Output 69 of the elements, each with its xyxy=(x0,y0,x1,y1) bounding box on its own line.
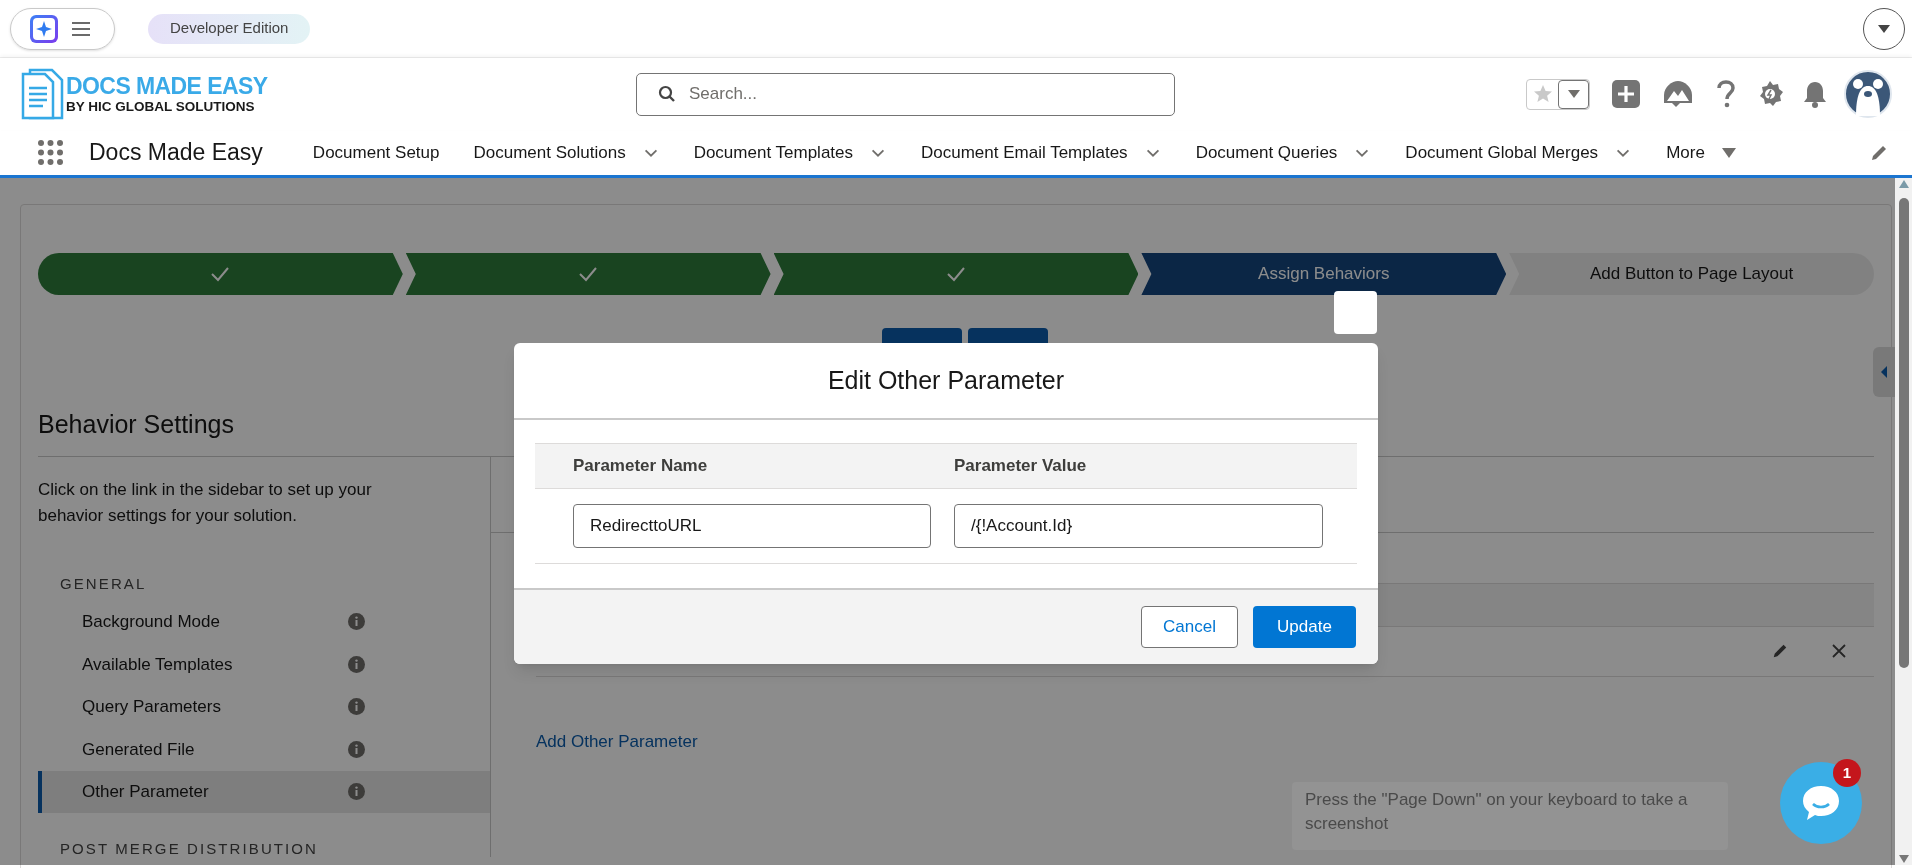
menu-icon xyxy=(71,20,91,37)
close-icon[interactable] xyxy=(1832,644,1846,658)
info-icon xyxy=(348,740,365,758)
info-icon xyxy=(348,783,365,801)
path-step[interactable] xyxy=(38,253,403,295)
logo-title: DOCS MADE EASY xyxy=(66,74,268,98)
section-heading: GENERAL xyxy=(60,574,147,595)
search-field[interactable]: Search... xyxy=(636,72,1175,116)
pencil-icon[interactable] xyxy=(1772,643,1788,659)
sidebar-item[interactable]: Query Parameters xyxy=(38,685,490,728)
check-icon xyxy=(210,266,231,282)
caret-down-icon xyxy=(1877,23,1891,34)
notification-badge: 1 xyxy=(1833,759,1861,787)
help-icon[interactable] xyxy=(1716,80,1736,108)
section-title: Behavior Settings xyxy=(38,410,234,438)
collapse-handle[interactable] xyxy=(1873,347,1895,397)
mountain-icon[interactable] xyxy=(1662,79,1694,109)
nav-item[interactable]: Document Queries xyxy=(1195,139,1338,166)
nav-item[interactable]: Document Email Templates xyxy=(921,139,1128,166)
check-icon xyxy=(946,266,966,282)
nav-item[interactable]: Document Setup xyxy=(312,139,440,166)
sidebar-item[interactable]: Other Parameter xyxy=(38,770,490,813)
scrollbar[interactable] xyxy=(1895,178,1912,865)
tooltip: Press the "Page Down" on your keyboard to take a screenshot xyxy=(1292,782,1728,850)
sidebar-item[interactable]: Generated File xyxy=(38,728,490,771)
cancel-button[interactable]: Cancel xyxy=(1141,606,1238,648)
app-launcher-icon[interactable] xyxy=(38,140,63,165)
logo-subtitle: BY HIC GLOBAL SOLUTIONS xyxy=(66,99,256,114)
update-button[interactable]: Update xyxy=(1253,606,1356,648)
add-icon[interactable] xyxy=(1612,80,1640,108)
parameter-name-field[interactable]: RedirecttoURL xyxy=(573,504,931,548)
scrollbar-thumb[interactable] xyxy=(1898,198,1909,668)
path-step[interactable]: Assign Behaviors xyxy=(1141,253,1507,295)
nav-item[interactable]: Document Solutions xyxy=(473,139,626,166)
column-header: Parameter Value xyxy=(954,455,1087,478)
path-step[interactable] xyxy=(405,253,771,295)
scroll-up-icon xyxy=(1898,180,1909,188)
search-icon xyxy=(658,84,676,103)
favorites-button[interactable] xyxy=(1526,78,1590,110)
app-name: Docs Made Easy xyxy=(89,138,263,168)
star-icon xyxy=(1532,84,1553,104)
info-icon xyxy=(348,698,365,716)
sidebar-item[interactable]: Available Templates xyxy=(38,643,490,686)
document-icon xyxy=(20,66,64,122)
section-heading: POST MERGE DISTRIBUTION xyxy=(60,838,319,859)
info-icon xyxy=(348,655,365,673)
add-parameter-link[interactable]: Add Other Parameter xyxy=(536,731,698,751)
parameter-value-field[interactable]: /{!Account.Id} xyxy=(954,504,1323,548)
blank-tile xyxy=(1334,291,1377,334)
nav-item[interactable]: More xyxy=(1666,139,1705,166)
modal-title: Edit Other Parameter xyxy=(827,364,1065,396)
check-icon xyxy=(578,266,599,282)
sidebar-item[interactable]: Background Mode xyxy=(38,600,490,643)
speech-bubble-icon xyxy=(1801,784,1841,822)
chevron-left-icon xyxy=(1880,365,1888,379)
edition-badge: Developer Edition xyxy=(148,13,311,44)
scroll-down-icon xyxy=(1898,855,1909,863)
sparkle-icon xyxy=(29,13,59,44)
nav-item[interactable]: Document Templates xyxy=(693,139,853,166)
nav-item[interactable]: Document Global Merges xyxy=(1405,139,1599,166)
column-header: Parameter Name xyxy=(573,455,709,478)
pencil-icon[interactable] xyxy=(1870,143,1888,162)
avatar-icon[interactable] xyxy=(1844,70,1892,118)
notification-bell-icon[interactable] xyxy=(1802,80,1828,108)
description-text: Click on the link in the sidebar to set up your behavior settings for your solution. xyxy=(38,478,373,527)
info-icon xyxy=(348,613,365,631)
caret-down-icon xyxy=(1567,90,1580,98)
caret-down-icon[interactable] xyxy=(1720,146,1737,159)
path-step[interactable]: Add Button to Page Layout xyxy=(1509,253,1874,295)
